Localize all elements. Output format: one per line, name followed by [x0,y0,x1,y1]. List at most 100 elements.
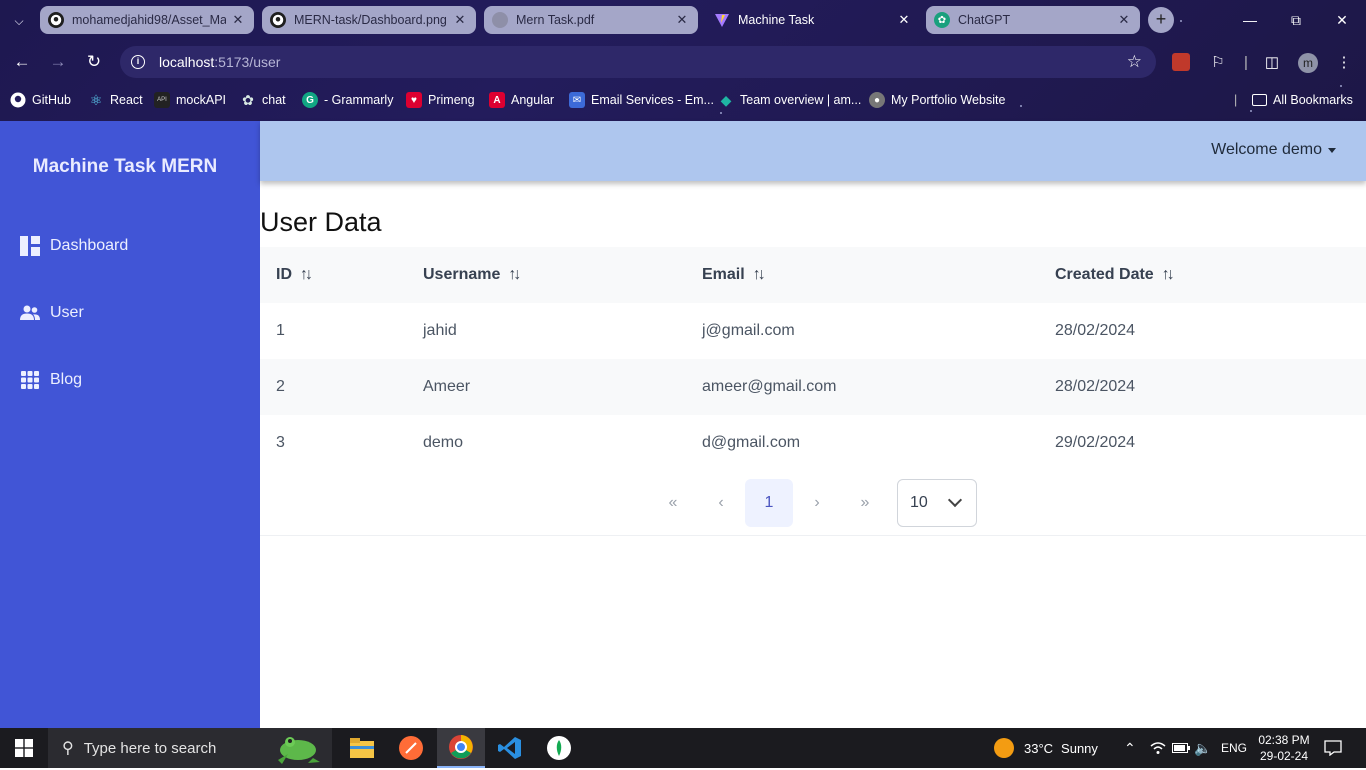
browser-menu-icon[interactable]: ⋮ [1334,53,1354,73]
all-bookmarks[interactable]: All Bookmarks [1252,90,1353,110]
browser-tab[interactable]: mohamedjahid98/Asset_Ma ✕ [40,6,254,34]
globe-icon: ● [869,92,885,108]
tab-title: MERN-task/Dashboard.png [294,13,447,27]
brand-title: Machine Task MERN [32,156,218,177]
primeng-icon: ♥ [406,92,422,108]
tab-title: Machine Task [738,13,815,27]
sidebar-item-label: Blog [50,371,83,388]
column-header-email[interactable]: Email ↑↓ [702,247,766,303]
clock-time: 02:38 PM [1258,733,1310,747]
sidebar: Machine Task MERN Dashboard User Blog [0,121,260,728]
file-explorer-icon[interactable] [338,728,386,768]
grammarly-icon: G [302,92,318,108]
table-row[interactable]: 2 Ameer ameer@gmail.com 28/02/2024 [260,359,1366,415]
close-window-icon[interactable]: ✕ [1330,8,1354,32]
back-icon[interactable]: ← [12,52,32,72]
tab-search-dropdown-icon[interactable]: ⌵ [8,10,30,32]
github-icon [48,12,64,28]
chatgpt-icon: ✿ [242,91,254,108]
react-icon: ⚛ [89,91,103,108]
close-tab-icon[interactable]: ✕ [1116,12,1132,28]
clock[interactable]: 02:38 PM 29-02-24 [1256,728,1312,768]
site-info-icon[interactable]: i [131,55,145,69]
bookmark-angular[interactable]: A Angular [489,90,554,110]
bookmark-portfolio[interactable]: ● My Portfolio Website [869,90,1005,110]
weather-widget[interactable]: 33°C Sunny [994,728,1098,768]
cell-created-date: 29/02/2024 [1055,434,1136,451]
user-table: ID ↑↓ Username ↑↓ Email ↑↓ Created Date ↑↓ 1… [260,247,1366,471]
sort-icon: ↑↓ [752,266,766,283]
bookmark-chat[interactable]: ✿ chat [240,90,286,110]
browser-tab-active[interactable]: Machine Task ✕ [706,6,920,34]
minimize-icon[interactable]: — [1238,8,1262,32]
browser-tab[interactable]: MERN-task/Dashboard.png ✕ [262,6,476,34]
rows-per-page-dropdown[interactable]: 10 [897,479,977,527]
grid-icon [20,370,40,390]
last-page-button[interactable]: » [841,479,889,527]
first-page-button[interactable]: « [649,479,697,527]
background-star [1340,85,1342,87]
restore-icon[interactable]: ⧉ [1284,8,1308,32]
browser-chrome: ⌵ mohamedjahid98/Asset_Ma ✕ MERN-task/Da… [0,0,1366,121]
mongodb-compass-icon[interactable] [535,728,583,768]
bookmark-star-icon[interactable]: ☆ [1127,52,1142,72]
wifi-icon[interactable] [1150,728,1166,768]
notifications-icon[interactable] [1324,728,1342,768]
close-tab-icon[interactable]: ✕ [452,12,468,28]
sidebar-item-blog[interactable]: Blog [20,367,82,393]
volume-icon[interactable]: 🔈 [1194,728,1211,768]
sidebar-item-label: User [50,304,84,321]
close-tab-icon[interactable]: ✕ [230,12,246,28]
angular-icon: A [489,92,505,108]
new-tab-button[interactable]: + [1148,7,1174,33]
column-label: Email [702,266,745,283]
cell-username: demo [423,434,464,451]
vscode-icon[interactable] [486,728,534,768]
show-hidden-icons-chevron-icon[interactable]: ⌃ [1124,728,1136,768]
extensions-puzzle-icon[interactable]: ⚐ [1208,53,1228,73]
side-panel-icon[interactable]: ◫ [1262,53,1282,73]
column-header-username[interactable]: Username ↑↓ [423,247,521,303]
bookmarks-divider: | [1234,93,1238,107]
taskbar-search-box[interactable]: ⚲ Type here to search [48,728,332,768]
sidebar-item-user[interactable]: User [20,300,84,326]
postman-icon[interactable] [387,728,435,768]
forward-icon[interactable]: → [48,52,68,72]
close-tab-icon[interactable]: ✕ [896,12,912,28]
address-bar[interactable]: i localhost:5173/user ☆ [120,46,1156,78]
cell-created-date: 28/02/2024 [1055,322,1136,339]
sidebar-item-dashboard[interactable]: Dashboard [20,233,128,259]
browser-tab[interactable]: ✿ ChatGPT ✕ [926,6,1140,34]
chrome-taskbar-icon[interactable] [437,728,485,768]
browser-tab[interactable]: Mern Task.pdf ✕ [484,6,698,34]
table-row[interactable]: 3 demo d@gmail.com 29/02/2024 [260,415,1366,471]
profile-avatar[interactable]: m [1298,53,1318,73]
bookmark-primeng[interactable]: ♥ Primeng [406,90,475,110]
user-menu-dropdown[interactable]: Welcome demo [1211,141,1336,159]
cell-username: jahid [423,322,457,339]
bookmark-grammarly[interactable]: G - Grammarly [302,90,393,110]
bookmark-react[interactable]: ⚛ React [88,90,143,110]
email-icon: ✉ [569,92,585,108]
reload-icon[interactable]: ↻ [84,52,104,72]
battery-icon[interactable] [1172,728,1190,768]
column-header-created-date[interactable]: Created Date ↑↓ [1055,247,1175,303]
next-page-button[interactable]: › [793,479,841,527]
bookmark-email-services[interactable]: ✉ Email Services - Em... [569,90,714,110]
column-label: Created Date [1055,266,1154,283]
column-header-id[interactable]: ID ↑↓ [276,247,313,303]
close-tab-icon[interactable]: ✕ [674,12,690,28]
extension-icon[interactable] [1172,53,1190,71]
team-icon: ◆ [720,91,732,108]
cell-email: ameer@gmail.com [702,378,837,395]
bookmark-team-overview[interactable]: ◆ Team overview | am... [718,90,862,110]
page-button-current[interactable]: 1 [745,479,793,527]
prev-page-button[interactable]: ‹ [697,479,745,527]
bookmark-github[interactable]: GitHub [10,90,71,110]
table-row[interactable]: 1 jahid j@gmail.com 28/02/2024 [260,303,1366,359]
url-path: :5173/user [214,54,281,70]
language-indicator[interactable]: ENG [1221,728,1247,768]
sort-icon: ↑↓ [508,266,521,283]
bookmark-mockapi[interactable]: API mockAPI [154,90,226,110]
windows-start-icon[interactable] [0,728,48,768]
